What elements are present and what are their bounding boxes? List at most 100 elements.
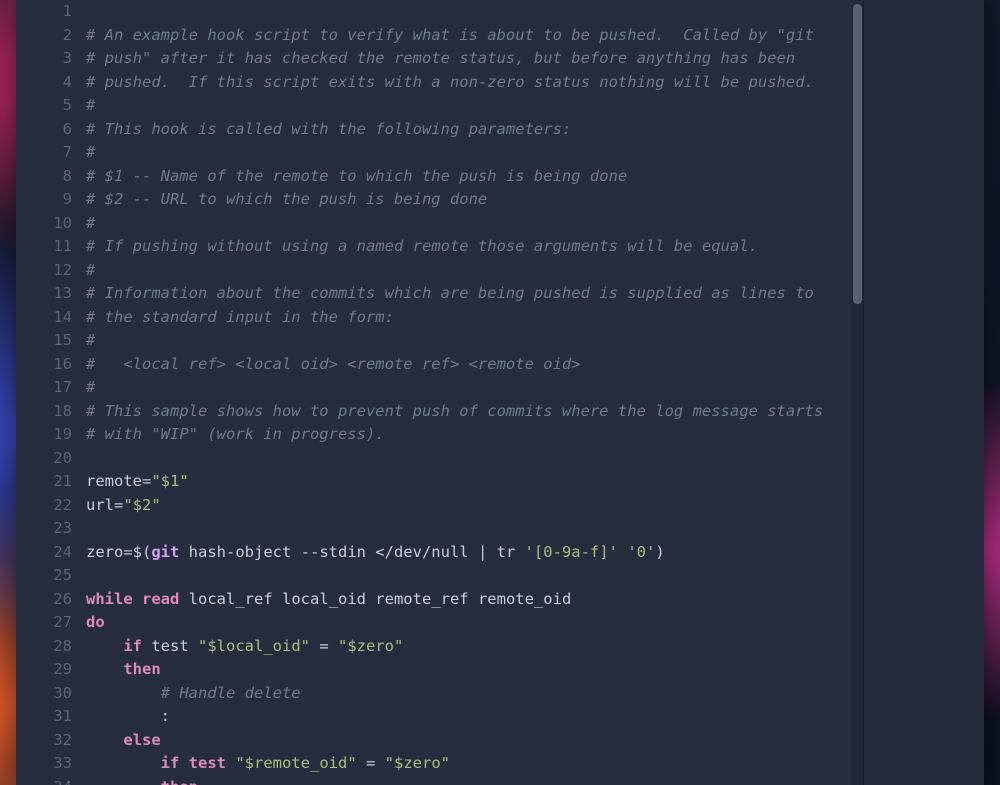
code-token: if: [123, 637, 142, 655]
vertical-scrollbar-thumb[interactable]: [853, 4, 862, 304]
line-number: 13: [16, 282, 80, 306]
line-number: 30: [16, 682, 80, 706]
code-token: =: [114, 496, 123, 514]
code-token: [86, 731, 123, 749]
code-token: #: [86, 378, 95, 396]
code-token: test: [142, 637, 198, 655]
code-line[interactable]: # $1 -- Name of the remote to which the …: [80, 165, 864, 189]
code-token: # push" after it has checked the remote …: [86, 49, 795, 67]
code-token: [86, 778, 161, 785]
code-token: #: [86, 96, 95, 114]
line-number: 21: [16, 470, 80, 494]
code-content[interactable]: # An example hook script to verify what …: [80, 0, 864, 785]
editor-area[interactable]: 1234567891011121314151617181920212223242…: [16, 0, 864, 785]
line-number: 25: [16, 564, 80, 588]
code-token: "$1": [151, 472, 188, 490]
code-line[interactable]: # An example hook script to verify what …: [80, 24, 864, 48]
code-line[interactable]: # Handle delete: [80, 682, 864, 706]
code-token: [86, 660, 123, 678]
code-line[interactable]: :: [80, 705, 864, 729]
code-token: # This hook is called with the following…: [86, 120, 571, 138]
code-token: # Information about the commits which ar…: [86, 284, 814, 302]
line-number: 27: [16, 611, 80, 635]
code-line[interactable]: # This hook is called with the following…: [80, 118, 864, 142]
line-number: 8: [16, 165, 80, 189]
code-token: # $1 -- Name of the remote to which the …: [86, 167, 627, 185]
line-number: 11: [16, 235, 80, 259]
code-token: #: [86, 214, 95, 232]
code-line[interactable]: [80, 0, 864, 24]
code-line[interactable]: remote="$1": [80, 470, 864, 494]
code-token: # Handle delete: [161, 684, 301, 702]
line-number: 9: [16, 188, 80, 212]
code-token: [86, 754, 161, 772]
line-number: 20: [16, 447, 80, 471]
code-line[interactable]: #: [80, 94, 864, 118]
code-line[interactable]: #: [80, 212, 864, 236]
code-line[interactable]: then: [80, 658, 864, 682]
code-line[interactable]: # pushed. If this script exits with a no…: [80, 71, 864, 95]
code-line[interactable]: # push" after it has checked the remote …: [80, 47, 864, 71]
line-number: 28: [16, 635, 80, 659]
line-number: 5: [16, 94, 80, 118]
code-line[interactable]: [80, 564, 864, 588]
code-line[interactable]: # If pushing without using a named remot…: [80, 235, 864, 259]
code-line[interactable]: #: [80, 376, 864, 400]
code-line[interactable]: # Information about the commits which ar…: [80, 282, 864, 306]
line-number-gutter: 1234567891011121314151617181920212223242…: [16, 0, 80, 785]
code-line[interactable]: [80, 517, 864, 541]
code-line[interactable]: #: [80, 141, 864, 165]
code-token: ): [655, 543, 664, 561]
code-line[interactable]: zero=$(git hash-object --stdin </dev/nul…: [80, 541, 864, 565]
code-line[interactable]: while read local_ref local_oid remote_re…: [80, 588, 864, 612]
code-token: "$zero": [338, 637, 403, 655]
code-token: # <local ref> <local oid> <remote ref> <…: [86, 355, 581, 373]
code-token: local_ref local_oid remote_ref remote_oi…: [179, 590, 571, 608]
code-token: "$2": [123, 496, 160, 514]
code-token: read: [142, 590, 179, 608]
code-line[interactable]: then: [80, 776, 864, 785]
code-token: # This sample shows how to prevent push …: [86, 402, 823, 420]
code-token: do: [86, 613, 105, 631]
code-token: =: [123, 543, 132, 561]
line-number: 32: [16, 729, 80, 753]
code-token: if: [161, 754, 180, 772]
code-token: then: [123, 660, 160, 678]
code-line[interactable]: if test "$local_oid" = "$zero": [80, 635, 864, 659]
code-line[interactable]: if test "$remote_oid" = "$zero": [80, 752, 864, 776]
code-line[interactable]: #: [80, 259, 864, 283]
vertical-scrollbar-track[interactable]: [851, 0, 864, 785]
line-number: 31: [16, 705, 80, 729]
code-line[interactable]: url="$2": [80, 494, 864, 518]
line-number: 3: [16, 47, 80, 71]
code-token: #: [86, 261, 95, 279]
code-line[interactable]: else: [80, 729, 864, 753]
code-line[interactable]: # This sample shows how to prevent push …: [80, 400, 864, 424]
code-line[interactable]: # $2 -- URL to which the push is being d…: [80, 188, 864, 212]
code-token: |: [478, 543, 487, 561]
code-token: #: [86, 143, 95, 161]
line-number: 2: [16, 24, 80, 48]
code-line[interactable]: do: [80, 611, 864, 635]
code-token: # pushed. If this script exits with a no…: [86, 73, 814, 91]
code-line[interactable]: #: [80, 329, 864, 353]
code-token: hash-object --stdin </dev/null: [179, 543, 478, 561]
line-number: 12: [16, 259, 80, 283]
code-token: [86, 684, 161, 702]
code-token: zero: [86, 543, 123, 561]
code-token: =: [357, 754, 385, 772]
code-token: :: [86, 707, 170, 725]
line-number: 23: [16, 517, 80, 541]
code-token: then: [161, 778, 198, 785]
code-token: git: [151, 543, 179, 561]
code-line[interactable]: # <local ref> <local oid> <remote ref> <…: [80, 353, 864, 377]
code-line[interactable]: [80, 447, 864, 471]
line-number: 15: [16, 329, 80, 353]
line-number: 26: [16, 588, 80, 612]
code-token: while: [86, 590, 133, 608]
line-number: 29: [16, 658, 80, 682]
code-line[interactable]: # the standard input in the form:: [80, 306, 864, 330]
line-number: 24: [16, 541, 80, 565]
code-line[interactable]: # with "WIP" (work in progress).: [80, 423, 864, 447]
code-token: # If pushing without using a named remot…: [86, 237, 758, 255]
